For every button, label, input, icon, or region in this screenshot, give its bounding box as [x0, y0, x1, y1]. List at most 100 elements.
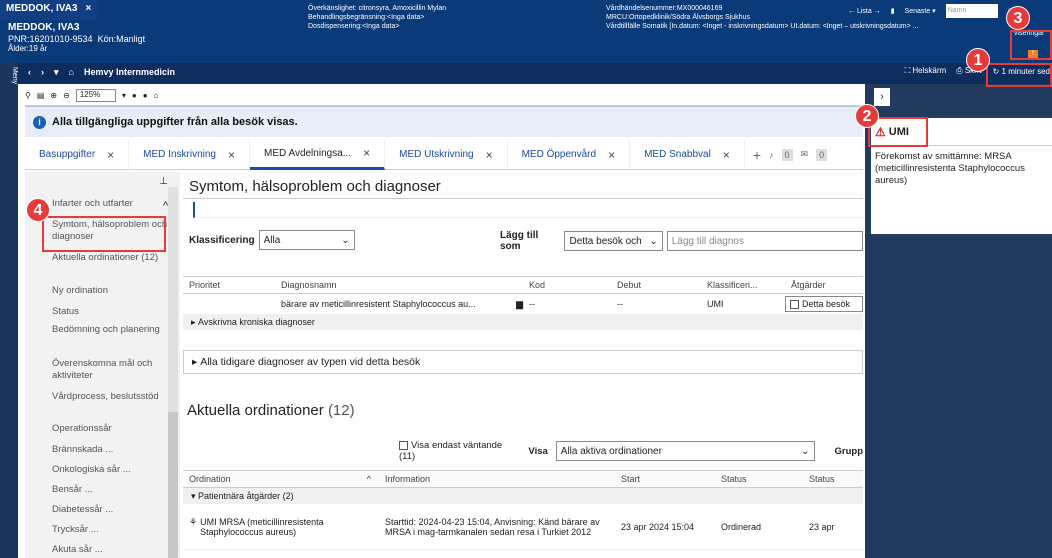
table-row[interactable]: ⚘ UMI MRSA (meticillinresistenta Staphylo…	[183, 504, 863, 550]
sidebar-item-diabetessar[interactable]: Diabetessår ...	[52, 504, 170, 516]
tab-label: MED Utskrivning	[399, 149, 474, 160]
add-tab-icon[interactable]: +	[753, 147, 761, 163]
column-header[interactable]: Information	[379, 474, 615, 484]
comment-icon[interactable]: ▆	[516, 299, 523, 310]
folder-icon: ▮	[890, 8, 895, 15]
side-menu[interactable]: Meny	[0, 63, 18, 558]
add-as-group: Lägg till som Detta besök och ⌄ Lägg till…	[500, 230, 864, 252]
column-header[interactable]: Ordination	[189, 474, 231, 484]
orders-title: Aktuella ordinationer (12)	[187, 402, 355, 419]
add-as-select[interactable]: Detta besök och ⌄	[564, 231, 663, 251]
sort-up-icon[interactable]: ^	[367, 474, 371, 484]
mail-icon[interactable]: ✉	[801, 149, 809, 160]
tab-utskrivning[interactable]: MED Utskrivning ×	[385, 139, 508, 170]
sidebar-item-brannskada[interactable]: Brännskada ...	[52, 444, 170, 456]
add-diagnosis-input[interactable]: Lägg till diagnos	[666, 231, 864, 251]
close-icon[interactable]: ×	[86, 3, 92, 17]
sidebar-item-trycksar[interactable]: Trycksår ...	[52, 524, 170, 536]
triangle-right-icon: ▸	[191, 316, 199, 327]
close-icon[interactable]: ×	[363, 146, 370, 160]
sidebar-item-vardprocess[interactable]: Vårdprocess, beslutsstöd	[52, 391, 170, 403]
sidebar-item-bedomning[interactable]: Bedömning och planering	[52, 324, 170, 336]
column-header[interactable]: Prioritet	[183, 280, 275, 290]
bell-icon[interactable]: ♪	[769, 150, 774, 160]
previous-diagnoses-toggle[interactable]: ▸ Alla tidigare diagnoser av typen vid d…	[183, 350, 863, 374]
tab-basuppgifter[interactable]: Basuppgifter ×	[25, 139, 130, 170]
close-icon[interactable]: ×	[608, 148, 615, 162]
tab-bar: Basuppgifter × MED Inskrivning × MED Avdel…	[25, 139, 863, 170]
column-header[interactable]: Kod	[523, 280, 611, 290]
column-header[interactable]: Status	[803, 474, 863, 484]
doc-toolbar: ⚲ ▤ ⊕ ⊖ 125% ▾ ● ● ⌂	[25, 86, 158, 104]
tab-avdelning[interactable]: MED Avdelningsa... ×	[250, 139, 386, 170]
order-icon: ⚘	[189, 516, 198, 527]
pin-icon[interactable]: ⊥	[159, 176, 168, 187]
dropdown-icon[interactable]: ▾	[122, 91, 126, 100]
classification-select[interactable]: Alla ⌄	[258, 230, 355, 250]
home-view-label[interactable]: Hemvy Internmedicin	[84, 67, 175, 78]
tab-inskrivning[interactable]: MED Inskrivning ×	[129, 139, 250, 170]
patient-tab[interactable]: MEDDOK, IVA3 ×	[0, 0, 98, 20]
admission-info: Vårdtillfälle Somatik [In.datum: <Inget …	[606, 23, 919, 30]
close-icon[interactable]: ×	[723, 148, 730, 162]
sidebar-item-mal[interactable]: Överenskomna mål och aktiviteter	[52, 358, 170, 382]
add-as-value: Detta besök och	[569, 235, 642, 247]
column-header[interactable]: Åtgärder	[785, 280, 863, 290]
column-header[interactable]: Status	[715, 474, 803, 484]
sidebar-item-bensar[interactable]: Bensår ...	[52, 484, 170, 496]
zoom-select[interactable]: 125%	[75, 88, 116, 102]
close-icon[interactable]: ×	[486, 148, 493, 162]
group-label[interactable]: Grupp	[835, 446, 864, 457]
copy-icon[interactable]: ▤	[37, 91, 45, 100]
back-button[interactable]: ‹	[28, 67, 31, 78]
close-icon[interactable]: ×	[228, 148, 235, 162]
checkbox[interactable]	[399, 440, 408, 450]
chevron-right-icon[interactable]: ›	[874, 88, 890, 106]
tab-oppenvard[interactable]: MED Öppenvård ×	[508, 139, 631, 170]
list-nav[interactable]: ← Lista →	[848, 8, 881, 15]
recent-dropdown[interactable]: Senaste ▾	[905, 7, 936, 15]
sidebar-item-status[interactable]: Status	[52, 306, 170, 318]
circle-icon[interactable]: ●	[143, 91, 148, 100]
collapsed-group[interactable]: ▸ Avskrivna kroniska diagnoser	[183, 314, 863, 330]
waiting-checkbox[interactable]: Visa endast väntande (11)	[399, 440, 520, 462]
zoom-out-icon[interactable]: ⊖	[63, 91, 70, 100]
info-cell: Starttid: 2024-04-23 15:04, Anvisning: K…	[385, 516, 600, 537]
umi-description: Förekomst av smittämne: MRSA (meticillin…	[875, 151, 1025, 186]
tab-tools: + ♪ 0 ✉ 0	[753, 147, 828, 163]
column-header[interactable]: Diagnosnamn	[275, 280, 523, 290]
sidebar-item-operationssar[interactable]: Operationssår	[52, 423, 170, 435]
search-input[interactable]: Namn	[945, 4, 998, 18]
forward-button[interactable]: ›	[41, 67, 44, 78]
patient-tab-label: MEDDOK, IVA3	[6, 3, 78, 14]
sidebar-item-onkologiska[interactable]: Onkologiska sår ...	[52, 464, 170, 476]
home-icon[interactable]: ⌂	[69, 67, 74, 78]
sidebar-item-infarter[interactable]: Infarter och utfarter	[52, 198, 170, 210]
column-header[interactable]: Debut	[611, 280, 701, 290]
code-cell: --	[529, 299, 535, 309]
viseringar-highlight	[1010, 30, 1052, 60]
diagnosis-cell: bärare av meticillinresistent Staphyloco…	[281, 298, 476, 309]
callout-badge: 2	[855, 104, 879, 128]
dropdown-icon[interactable]: ▾	[54, 67, 59, 78]
zoom-in-icon[interactable]: ⊕	[50, 91, 57, 100]
checkbox[interactable]	[790, 300, 799, 310]
text-entry[interactable]	[193, 202, 863, 218]
status-date-cell: 23 apr	[809, 521, 835, 532]
sidebar-item-ordinationer[interactable]: Aktuella ordinationer (12)	[52, 252, 170, 264]
this-visit-checkbox[interactable]: Detta besök	[785, 296, 863, 312]
sidebar-item-ny-ordination[interactable]: Ny ordination	[52, 285, 170, 297]
close-icon[interactable]: ×	[107, 148, 114, 162]
home-icon[interactable]: ⌂	[154, 91, 159, 100]
column-header[interactable]: Start	[615, 474, 715, 484]
binoculars-icon[interactable]: ⚲	[25, 91, 31, 100]
start-cell: 23 apr 2024 15:04	[621, 521, 695, 532]
column-header[interactable]: Klassificeri...	[701, 280, 785, 290]
visa-select[interactable]: Alla aktiva ordinationer ⌄	[555, 441, 815, 461]
tab-snabbval[interactable]: MED Snabbval ×	[630, 139, 745, 170]
group-row[interactable]: ▾ Patientnära åtgärder (2)	[183, 488, 863, 504]
fullscreen-button[interactable]: ⛶ Helskärm	[905, 66, 947, 76]
sidebar-item-akuta[interactable]: Akuta sår ...	[52, 544, 170, 556]
circle-icon[interactable]: ●	[132, 91, 137, 100]
table-row[interactable]: bärare av meticillinresistent Staphyloco…	[183, 294, 863, 314]
